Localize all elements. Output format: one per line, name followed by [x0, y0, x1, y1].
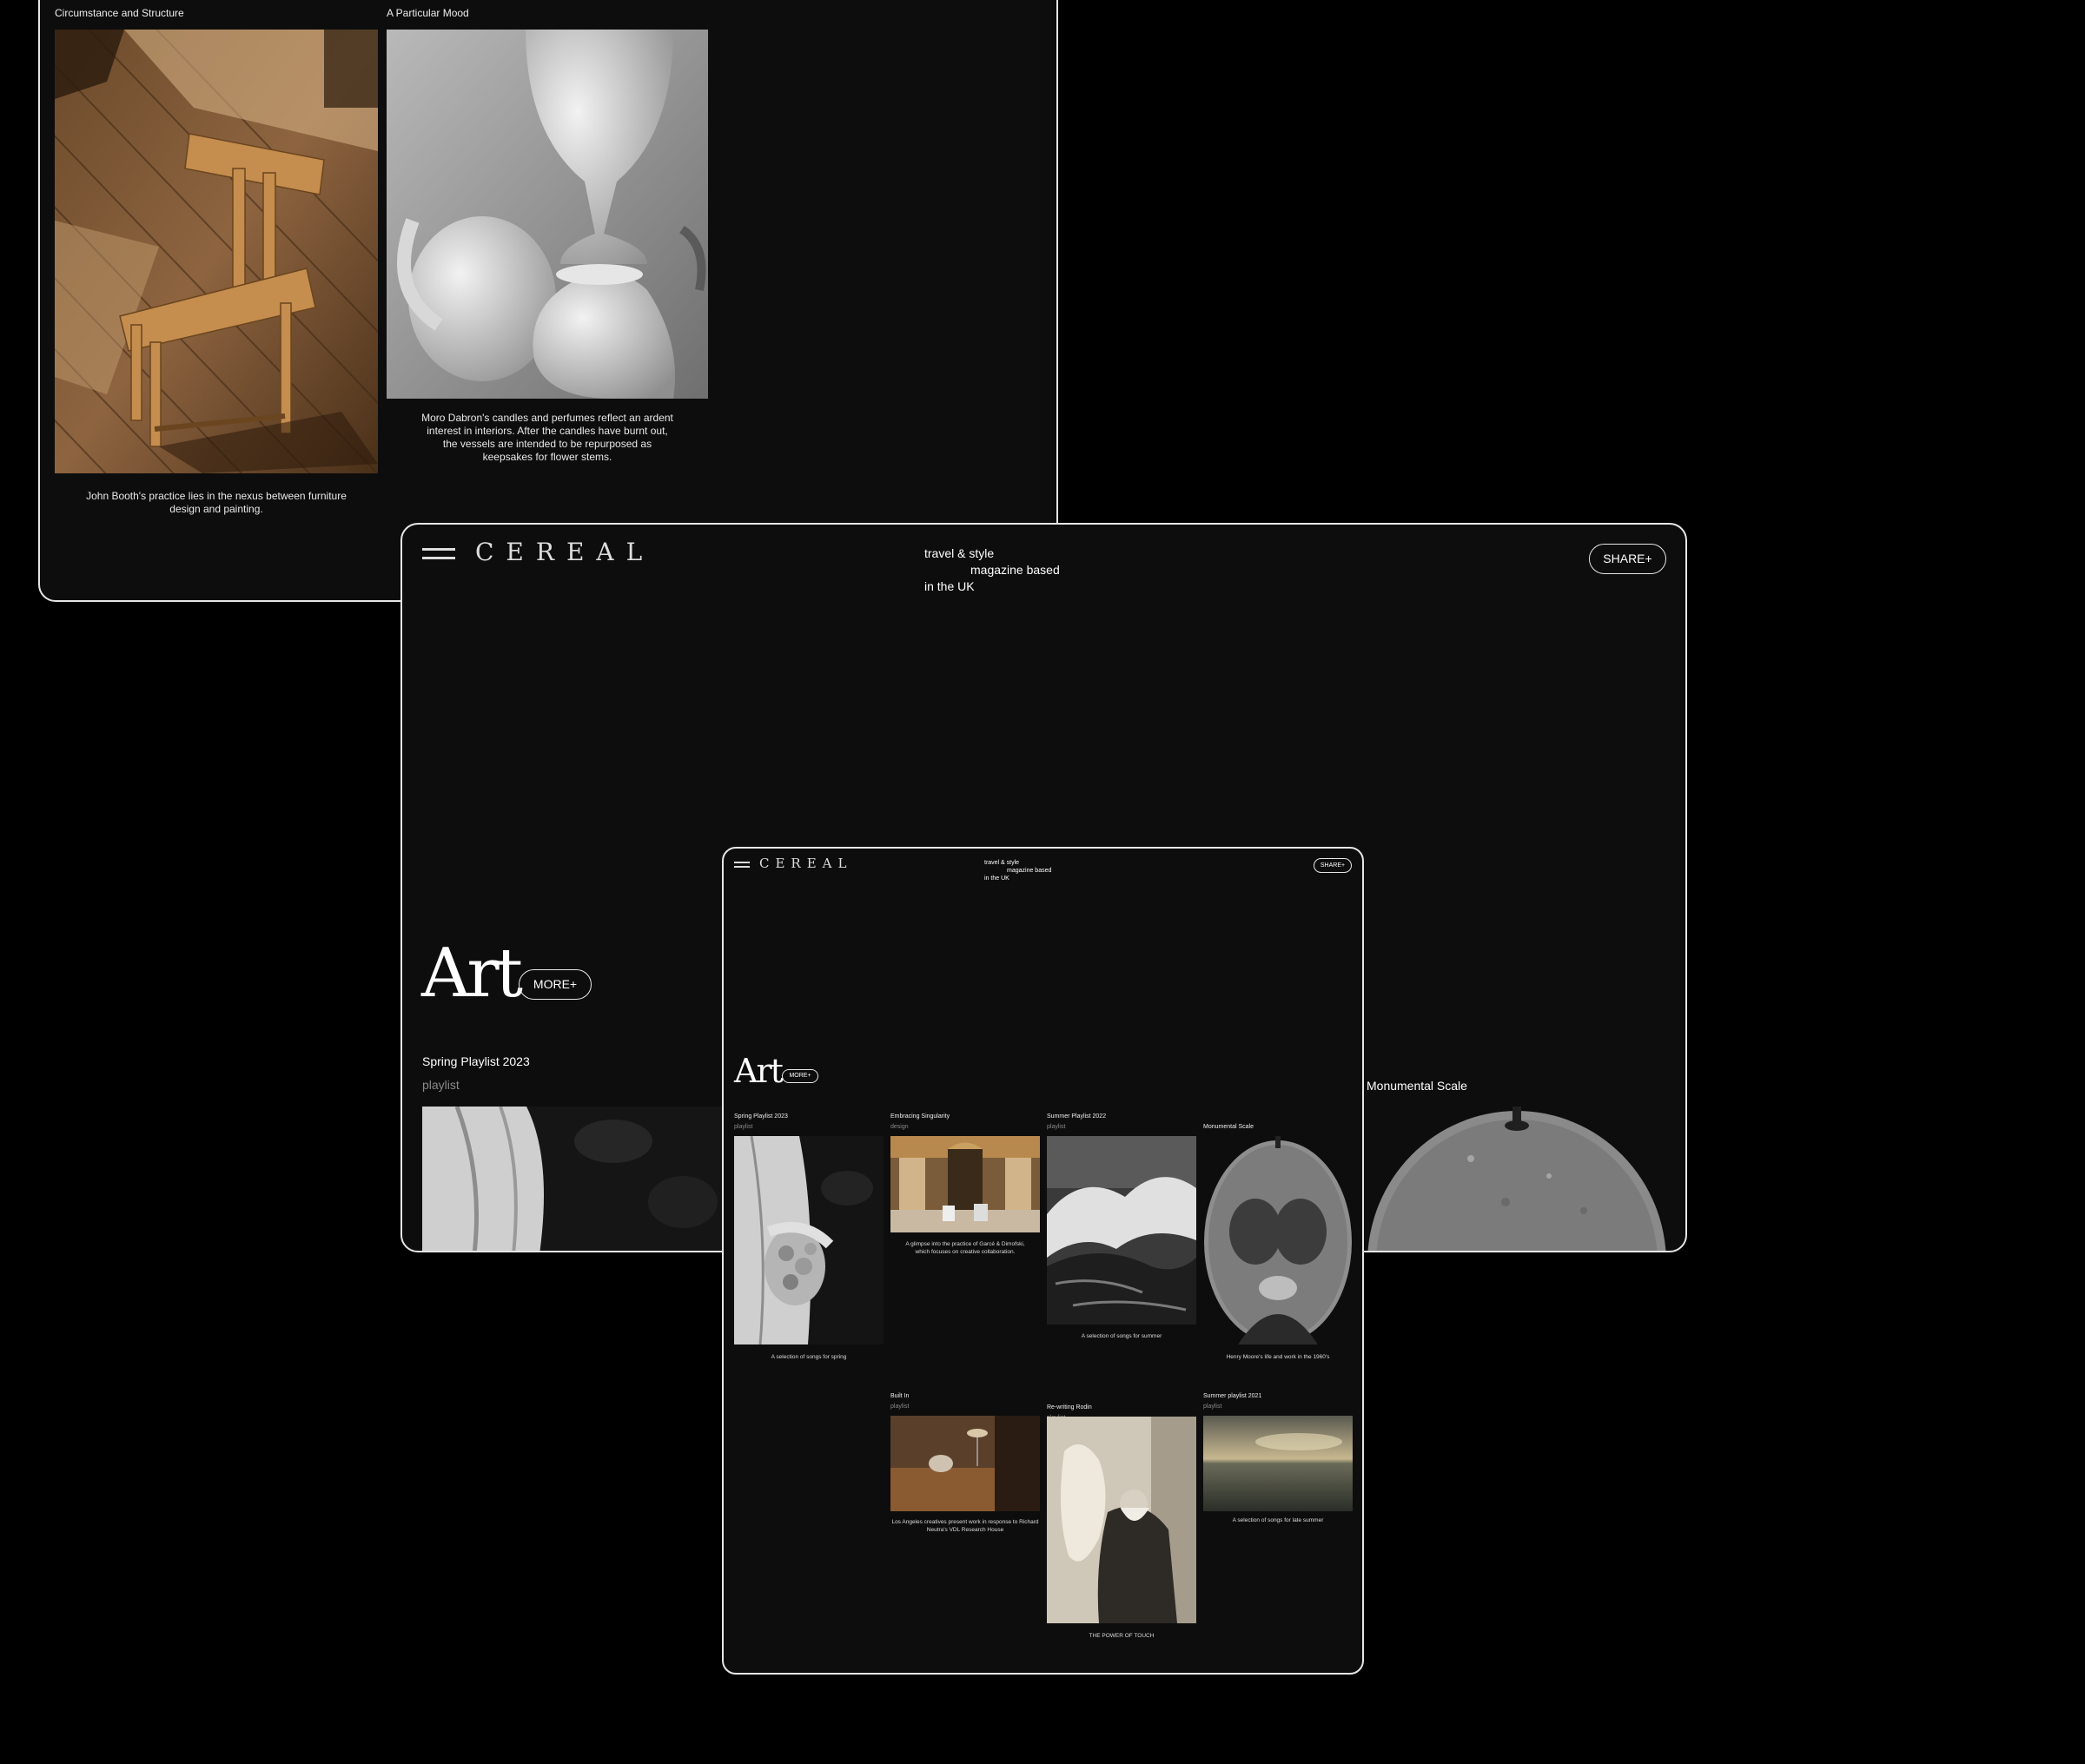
- section-title-art: Art: [734, 1052, 784, 1090]
- article-card-summer-playlist-2022[interactable]: Summer Playlist 2022 playlist A selectio…: [1047, 1113, 1196, 1348]
- article-card-monumental-scale[interactable]: Monumental Scale Henry Moore's life and …: [1203, 1124, 1353, 1376]
- card-caption: Los Angeles creatives present work in re…: [891, 1519, 1039, 1533]
- card-title: Summer playlist 2021: [1203, 1393, 1262, 1399]
- article-card-embracing-singularity[interactable]: Embracing Singularity design A glimpse i…: [890, 1113, 1040, 1270]
- card-caption: A selection of songs for summer: [1081, 1333, 1162, 1339]
- article-card-spring-playlist[interactable]: Spring Playlist 2023 playlist A selectio…: [734, 1113, 884, 1365]
- card-title: Summer Playlist 2022: [1047, 1113, 1107, 1120]
- article-card-circumstance[interactable]: Circumstance and Structure John Booth's …: [55, 7, 378, 515]
- share-button[interactable]: SHARE+: [1314, 858, 1352, 873]
- article-card-rewriting-rodin[interactable]: Re-writing Rodin playlist THE POWER OF T…: [1047, 1404, 1196, 1665]
- card-title: Re-writing Rodin: [1047, 1404, 1092, 1411]
- card-subtitle: playlist: [1047, 1124, 1066, 1130]
- card-caption: A selection of songs for late summer: [1232, 1517, 1324, 1523]
- moore-sculpture-photo[interactable]: [1203, 1136, 1353, 1344]
- ocean-wave-photo[interactable]: [1047, 1136, 1196, 1325]
- more-button[interactable]: MORE+: [782, 1069, 818, 1083]
- card-subtitle: playlist: [422, 1078, 460, 1092]
- card-caption: A selection of songs for spring: [771, 1354, 847, 1360]
- hamburger-icon[interactable]: [422, 548, 455, 565]
- cereal-logo[interactable]: CEREAL: [759, 856, 852, 871]
- article-caption: Moro Dabron's candles and perfumes refle…: [421, 412, 673, 463]
- article-title: Circumstance and Structure: [55, 7, 184, 19]
- card-subtitle: playlist: [890, 1404, 910, 1410]
- moore-sculpture-photo[interactable]: [1367, 1107, 1667, 1251]
- card-caption: A glimpse into the practice of Garcé & D…: [905, 1241, 1025, 1255]
- article-card-built-in[interactable]: Built In playlist Los Angeles creatives …: [890, 1393, 1040, 1558]
- site-tagline: travel & style magazine based in the UK: [924, 546, 1060, 593]
- card-subtitle: playlist: [1203, 1404, 1222, 1410]
- section-title-art: Art: [421, 935, 523, 1013]
- card-title: Embracing Singularity: [890, 1113, 950, 1120]
- card-title: Monumental Scale: [1367, 1079, 1467, 1093]
- more-button[interactable]: MORE+: [519, 969, 592, 1000]
- window-art-section-small: CEREAL travel & style magazine based in …: [722, 847, 1364, 1675]
- hamburger-icon[interactable]: [734, 862, 750, 874]
- cereal-logo[interactable]: CEREAL: [475, 538, 654, 566]
- article-card-summer-playlist-2021[interactable]: Summer playlist 2021 playlist A selectio…: [1203, 1393, 1353, 1549]
- article-title: A Particular Mood: [387, 7, 469, 19]
- site-tagline: travel & style magazine based in the UK: [984, 860, 1052, 882]
- card-title: Built In: [890, 1393, 910, 1399]
- interior-lamp-photo[interactable]: [890, 1416, 1040, 1511]
- card-title: Monumental Scale: [1203, 1124, 1254, 1130]
- card-subtitle: playlist: [734, 1124, 753, 1130]
- sea-horizon-photo[interactable]: [1203, 1416, 1353, 1511]
- card-caption: Henry Moore's life and work in the 1960'…: [1226, 1354, 1330, 1360]
- share-button[interactable]: SHARE+: [1589, 544, 1666, 574]
- rodin-sculptor-photo[interactable]: [1047, 1417, 1196, 1623]
- article-card-particular-mood[interactable]: A Particular Mood Moro Dabron's candles …: [387, 7, 708, 476]
- wooden-chair-photo[interactable]: [55, 30, 378, 473]
- card-caption: THE POWER OF TOUCH: [1089, 1633, 1155, 1639]
- white-vessels-photo[interactable]: [387, 30, 708, 399]
- card-subtitle: design: [890, 1124, 909, 1130]
- window-articles-detail: Circumstance and Structure John Booth's …: [38, 0, 1058, 602]
- article-caption: John Booth's practice lies in the nexus …: [86, 490, 347, 515]
- sculpture-hand-photo[interactable]: [734, 1136, 884, 1344]
- sculpture-hand-photo[interactable]: [422, 1107, 726, 1251]
- card-title: Spring Playlist 2023: [734, 1113, 788, 1120]
- card-title: Spring Playlist 2023: [422, 1054, 530, 1068]
- ornate-interior-photo[interactable]: [890, 1136, 1040, 1232]
